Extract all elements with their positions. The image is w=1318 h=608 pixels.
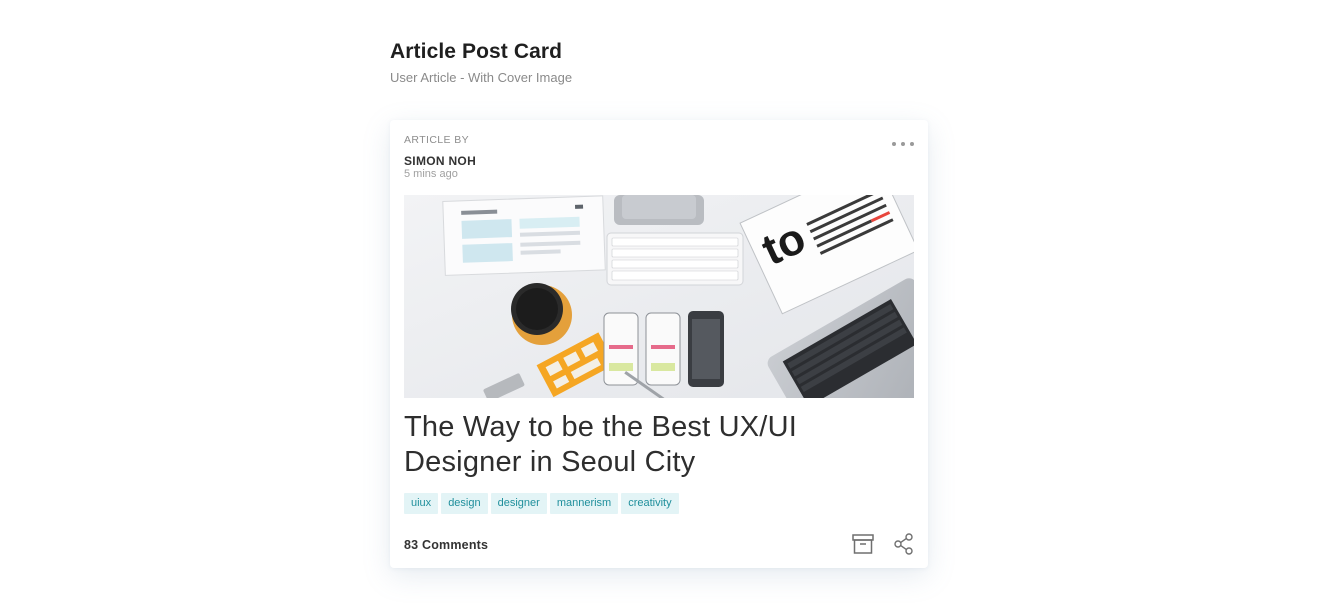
desk-workspace-photo: to [404,195,914,398]
post-time: 5 mins ago [404,168,458,180]
tag-mannerism[interactable]: mannerism [549,493,619,514]
article-title-line: Designer in Seoul City [404,446,696,478]
tag-list: uiux design designer mannerism creativit… [404,493,679,514]
comments-link[interactable]: 83 Comments [404,538,488,552]
article-title[interactable]: The Way to be the Best UX/UI Designer in… [404,410,904,480]
article-card: ARTICLE BY SIMON NOH 5 mins ago to The W… [390,120,928,568]
ellipsis-dot [901,142,905,146]
page-header: Article Post Card User Article - With Co… [390,40,572,85]
page-title: Article Post Card [390,40,563,63]
ellipsis-icon [892,142,896,146]
ellipsis-dot [910,142,914,146]
tag-designer[interactable]: designer [490,493,547,514]
share-button[interactable] [894,533,914,555]
cover-image[interactable]: to [404,195,914,398]
author-label: ARTICLE BY [404,134,470,146]
page-subtitle: User Article - With Cover Image [390,70,573,85]
archive-button[interactable] [852,534,874,554]
share-icon [894,533,913,555]
archive-icon [852,534,874,554]
tag-design[interactable]: design [441,493,488,514]
article-card-content: ARTICLE BY SIMON NOH 5 mins ago to The W… [404,120,914,568]
tag-creativity[interactable]: creativity [621,493,679,514]
article-title-line: The Way to be the Best UX/UI [404,411,797,443]
tag-uiux[interactable]: uiux [404,493,439,514]
author-name[interactable]: SIMON NOH [404,154,476,168]
more-options-button[interactable] [892,138,914,150]
